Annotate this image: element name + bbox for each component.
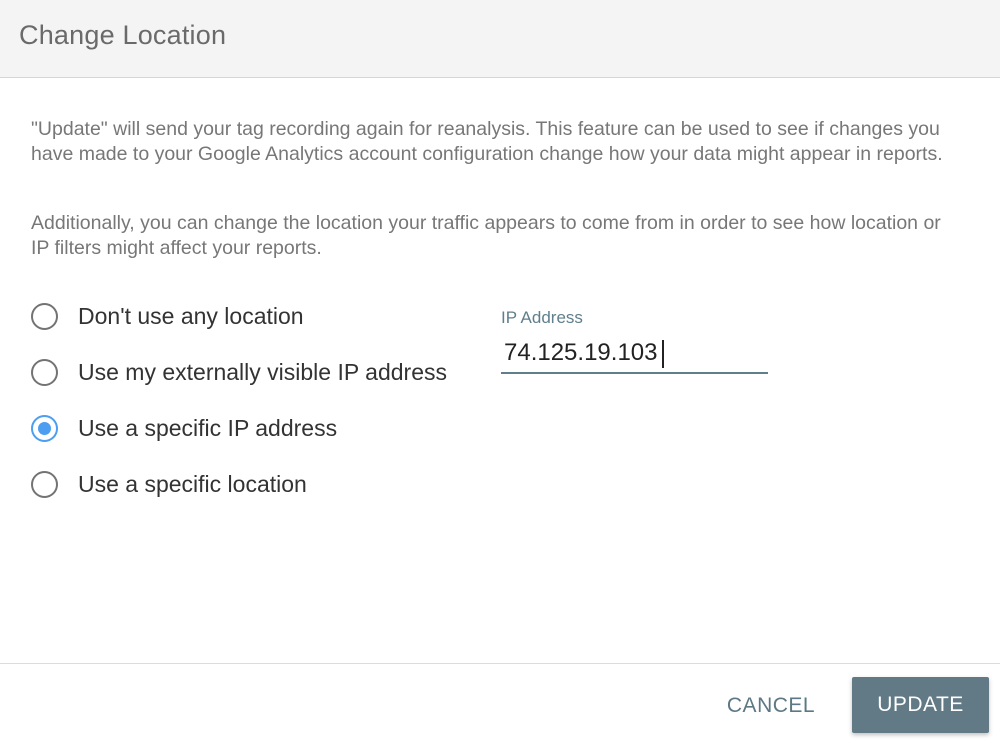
radio-button-unchecked[interactable] bbox=[31, 470, 58, 498]
radio-button-unchecked[interactable] bbox=[31, 302, 58, 330]
dialog-title: Change Location bbox=[19, 20, 227, 50]
radio-option-specific-ip[interactable]: Use a specific IP address bbox=[31, 412, 337, 444]
ip-address-input[interactable] bbox=[501, 336, 768, 374]
change-location-dialog: Change Location "Update" will send your … bbox=[0, 0, 1000, 742]
radio-option-specific-location[interactable]: Use a specific location bbox=[31, 468, 307, 500]
radio-button-checked[interactable] bbox=[31, 414, 58, 442]
radio-option-external-ip[interactable]: Use my externally visible IP address bbox=[31, 356, 447, 388]
radio-label: Use a specific location bbox=[78, 470, 307, 497]
ip-address-label: IP Address bbox=[501, 308, 583, 327]
ip-address-field: IP Address bbox=[501, 306, 768, 378]
radio-button-unchecked[interactable] bbox=[31, 358, 58, 386]
description-paragraph-update: "Update" will send your tag recording ag… bbox=[31, 118, 943, 165]
radio-label: Use a specific IP address bbox=[78, 414, 338, 441]
dialog-header: Change Location bbox=[0, 0, 1000, 78]
radio-option-no-location[interactable]: Don't use any location bbox=[31, 300, 304, 332]
update-button[interactable]: UPDATE bbox=[852, 677, 989, 733]
dialog-footer: CANCEL UPDATE bbox=[0, 663, 1000, 742]
text-cursor bbox=[662, 340, 664, 368]
cancel-button[interactable]: CANCEL bbox=[716, 688, 826, 724]
radio-label: Don't use any location bbox=[78, 302, 304, 329]
radio-label: Use my externally visible IP address bbox=[78, 358, 447, 385]
description-paragraph-location: Additionally, you can change the locatio… bbox=[31, 212, 941, 259]
